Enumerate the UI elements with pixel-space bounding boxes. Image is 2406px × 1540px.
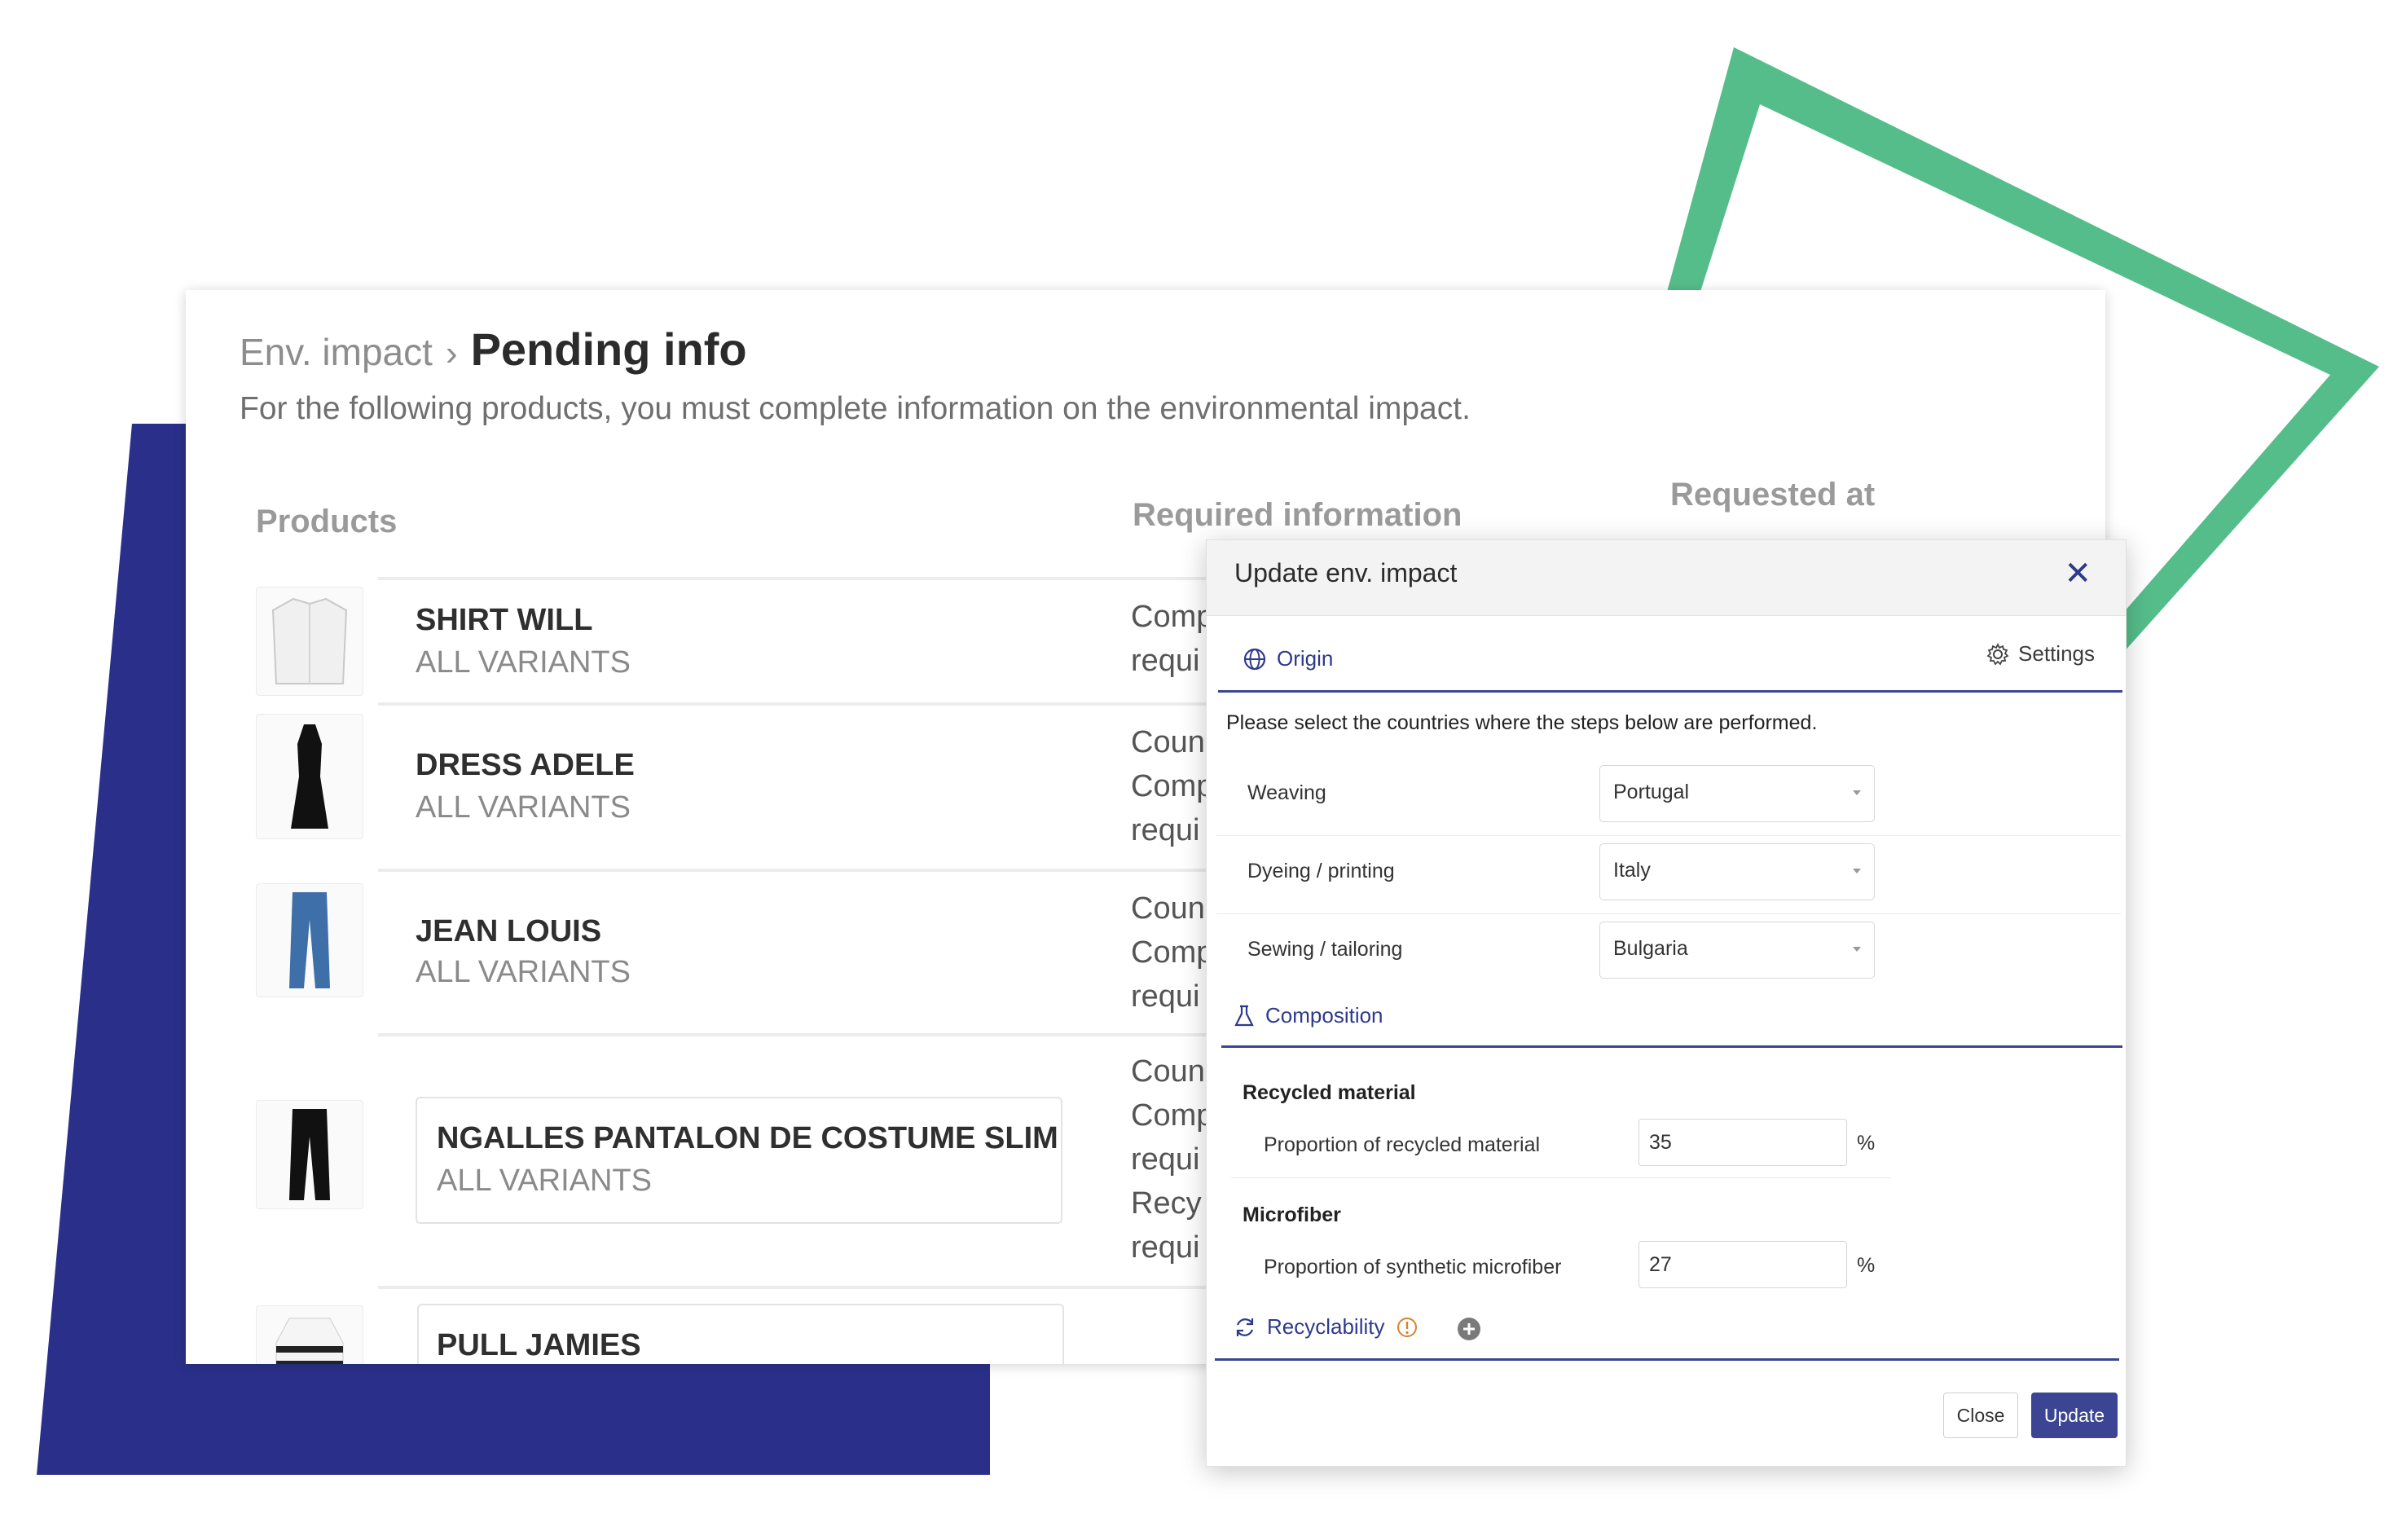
flask-icon <box>1234 1005 1254 1026</box>
required-info-line: requi <box>1131 979 1200 1014</box>
required-info-line: Comp <box>1131 769 1214 803</box>
product-variant: ALL VARIANTS <box>416 955 631 989</box>
recycled-proportion-input[interactable]: 35 <box>1638 1119 1847 1166</box>
update-env-impact-modal: Update env. impact ✕ Origin Settings Ple… <box>1206 539 2127 1467</box>
modal-title: Update env. impact <box>1234 558 1458 587</box>
breadcrumb-parent-link[interactable]: Env. impact <box>240 330 433 374</box>
add-icon[interactable] <box>1456 1316 1482 1342</box>
product-thumbnail-trousers[interactable] <box>256 1100 363 1209</box>
required-info-cell: Coun Comp requi Recy requi <box>1131 1049 1213 1269</box>
close-icon[interactable]: ✕ <box>2064 555 2092 592</box>
required-info-cell: Comp requi <box>1131 595 1213 683</box>
page-subtitle: For the following products, you must com… <box>240 391 1471 426</box>
field-label: Weaving <box>1247 781 1326 804</box>
settings-button[interactable]: Settings <box>1986 641 2095 667</box>
product-name[interactable]: PULL JAMIES <box>437 1328 641 1363</box>
warning-icon <box>1397 1317 1417 1337</box>
field-label: Proportion of recycled material <box>1264 1133 1541 1156</box>
select-value: Italy <box>1613 859 1651 882</box>
product-thumbnail-shirt[interactable] <box>256 587 363 696</box>
required-info-line: Comp <box>1131 935 1214 970</box>
column-header-required: Required information <box>1133 497 1463 533</box>
section-divider <box>1218 690 2122 693</box>
required-info-line: requi <box>1131 1230 1200 1265</box>
required-info-line: requi <box>1131 813 1200 847</box>
required-info-line: Comp <box>1131 600 1214 634</box>
product-thumbnail-dress[interactable] <box>256 714 363 839</box>
percent-unit: % <box>1857 1254 1876 1277</box>
jeans-icon <box>289 892 330 988</box>
recycled-material-heading: Recycled material <box>1243 1081 1416 1104</box>
trousers-icon <box>289 1109 330 1200</box>
origin-row-dyeing: Dyeing / printing Italy <box>1216 835 2121 914</box>
origin-row-sewing: Sewing / tailoring Bulgaria <box>1216 913 2121 992</box>
required-info-line: Comp <box>1131 1098 1214 1133</box>
select-value: Bulgaria <box>1613 937 1688 960</box>
chevron-right-icon: › <box>445 333 458 373</box>
origin-row-weaving: Weaving Portugal <box>1216 757 2121 836</box>
field-label: Dyeing / printing <box>1247 860 1395 882</box>
product-variant: ALL VARIANTS <box>416 790 631 825</box>
required-info-line: requi <box>1131 644 1200 678</box>
shirt-icon <box>271 597 348 684</box>
product-variant: ALL VARIANTS <box>416 645 631 680</box>
column-header-requested: Requested at <box>1670 477 1876 513</box>
close-button[interactable]: Close <box>1943 1393 2018 1438</box>
required-info-line: Coun <box>1131 725 1205 759</box>
tab-recyclability[interactable]: Recyclability <box>1233 1314 1419 1340</box>
microfiber-proportion-input[interactable]: 27 <box>1638 1241 1847 1288</box>
weaving-country-select[interactable]: Portugal <box>1599 765 1875 822</box>
tab-composition-label: Composition <box>1265 1003 1383 1027</box>
chevron-down-icon <box>1853 790 1861 795</box>
page-title: Pending info <box>470 323 747 375</box>
percent-unit: % <box>1857 1132 1876 1155</box>
required-info-line: Coun <box>1131 1054 1205 1089</box>
select-value: Portugal <box>1613 781 1690 803</box>
chevron-down-icon <box>1853 869 1861 873</box>
chevron-down-icon <box>1853 947 1861 952</box>
product-name[interactable]: JEAN LOUIS <box>416 914 601 949</box>
product-name[interactable]: NGALLES PANTALON DE COSTUME SLIM <box>437 1121 1058 1156</box>
required-info-cell: Coun Comp requi <box>1131 720 1213 852</box>
dress-icon <box>291 724 328 829</box>
pullover-icon <box>275 1318 344 1364</box>
section-divider <box>1221 1045 2122 1048</box>
field-label: Sewing / tailoring <box>1247 938 1403 961</box>
product-variant: ALL VARIANTS <box>437 1164 652 1198</box>
tab-origin-label: Origin <box>1277 646 1334 671</box>
recycled-proportion-row: Proportion of recycled material 35 % <box>1231 1114 1891 1178</box>
settings-label: Settings <box>2018 641 2095 666</box>
section-divider <box>1215 1358 2119 1361</box>
gear-icon <box>1986 642 2009 666</box>
product-name[interactable]: SHIRT WILL <box>416 603 592 638</box>
sewing-country-select[interactable]: Bulgaria <box>1599 922 1875 979</box>
tab-origin[interactable]: Origin <box>1243 646 1333 671</box>
required-info-line: Recy <box>1131 1186 1202 1221</box>
product-name[interactable]: DRESS ADELE <box>416 748 635 783</box>
input-value: 35 <box>1649 1131 1672 1154</box>
update-button[interactable]: Update <box>2031 1393 2118 1438</box>
required-info-cell: Coun Comp requi <box>1131 887 1213 1019</box>
required-info-line: requi <box>1131 1142 1200 1177</box>
dyeing-country-select[interactable]: Italy <box>1599 843 1875 900</box>
tab-composition[interactable]: Composition <box>1233 1003 1383 1028</box>
column-header-products: Products <box>256 504 398 539</box>
product-thumbnail-jeans[interactable] <box>256 883 363 997</box>
breadcrumb: Env. impact › Pending info <box>240 323 747 376</box>
tab-recyclability-label: Recyclability <box>1267 1314 1385 1339</box>
product-thumbnail-pullover[interactable] <box>256 1305 363 1364</box>
globe-icon <box>1243 648 1266 670</box>
microfiber-heading: Microfiber <box>1243 1203 1341 1226</box>
product-card[interactable] <box>416 1097 1062 1224</box>
origin-instruction: Please select the countries where the st… <box>1226 711 1818 734</box>
microfiber-proportion-row: Proportion of synthetic microfiber 27 % <box>1231 1236 1891 1300</box>
refresh-icon <box>1236 1318 1254 1336</box>
modal-header: Update env. impact ✕ <box>1207 540 2126 616</box>
required-info-line: Coun <box>1131 891 1205 926</box>
field-label: Proportion of synthetic microfiber <box>1264 1256 1562 1278</box>
input-value: 27 <box>1649 1253 1672 1276</box>
